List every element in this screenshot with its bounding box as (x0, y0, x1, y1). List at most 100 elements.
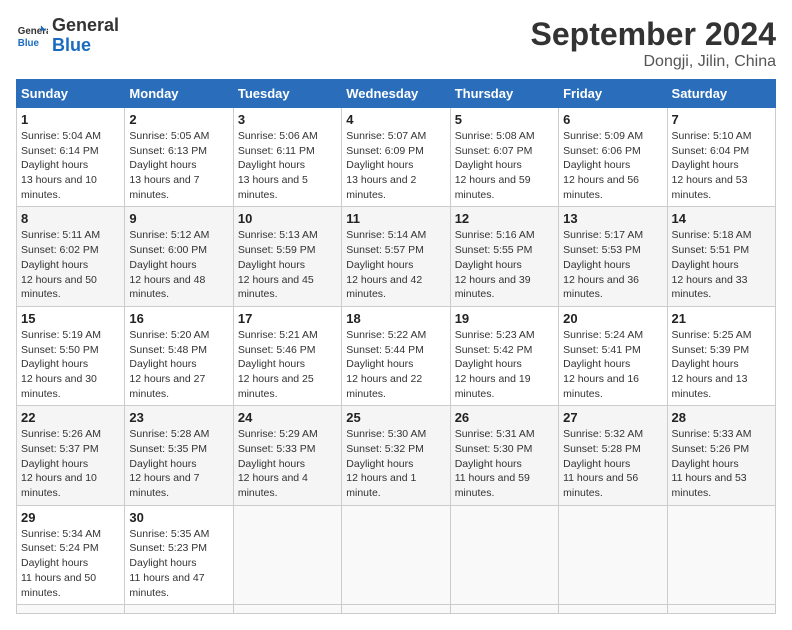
day-number: 24 (238, 410, 337, 425)
month-title: September 2024 (531, 16, 776, 53)
calendar-cell (559, 505, 667, 604)
logo-text: GeneralBlue (52, 16, 119, 56)
day-info: Sunrise: 5:31 AM Sunset: 5:30 PM Dayligh… (455, 427, 554, 500)
day-info: Sunrise: 5:13 AM Sunset: 5:59 PM Dayligh… (238, 228, 337, 301)
day-number: 30 (129, 510, 228, 525)
header-saturday: Saturday (667, 80, 775, 108)
header-sunday: Sunday (17, 80, 125, 108)
calendar-cell: 24 Sunrise: 5:29 AM Sunset: 5:33 PM Dayl… (233, 406, 341, 505)
calendar-table: Sunday Monday Tuesday Wednesday Thursday… (16, 79, 776, 614)
day-number: 20 (563, 311, 662, 326)
logo-icon: General Blue (16, 20, 48, 52)
calendar-cell: 23 Sunrise: 5:28 AM Sunset: 5:35 PM Dayl… (125, 406, 233, 505)
day-info: Sunrise: 5:14 AM Sunset: 5:57 PM Dayligh… (346, 228, 445, 301)
calendar-cell: 28 Sunrise: 5:33 AM Sunset: 5:26 PM Dayl… (667, 406, 775, 505)
day-number: 21 (672, 311, 771, 326)
day-number: 19 (455, 311, 554, 326)
calendar-cell: 10 Sunrise: 5:13 AM Sunset: 5:59 PM Dayl… (233, 207, 341, 306)
svg-text:General: General (18, 26, 48, 37)
day-info: Sunrise: 5:34 AM Sunset: 5:24 PM Dayligh… (21, 527, 120, 600)
day-number: 13 (563, 211, 662, 226)
calendar-cell: 15 Sunrise: 5:19 AM Sunset: 5:50 PM Dayl… (17, 306, 125, 405)
day-info: Sunrise: 5:32 AM Sunset: 5:28 PM Dayligh… (563, 427, 662, 500)
calendar-week-row (17, 605, 776, 614)
day-number: 7 (672, 112, 771, 127)
calendar-cell: 14 Sunrise: 5:18 AM Sunset: 5:51 PM Dayl… (667, 207, 775, 306)
calendar-cell: 7 Sunrise: 5:10 AM Sunset: 6:04 PM Dayli… (667, 108, 775, 207)
calendar-cell: 26 Sunrise: 5:31 AM Sunset: 5:30 PM Dayl… (450, 406, 558, 505)
day-info: Sunrise: 5:16 AM Sunset: 5:55 PM Dayligh… (455, 228, 554, 301)
calendar-cell (342, 505, 450, 604)
calendar-cell: 9 Sunrise: 5:12 AM Sunset: 6:00 PM Dayli… (125, 207, 233, 306)
calendar-cell (17, 605, 125, 614)
day-info: Sunrise: 5:04 AM Sunset: 6:14 PM Dayligh… (21, 129, 120, 202)
calendar-cell (342, 605, 450, 614)
day-info: Sunrise: 5:12 AM Sunset: 6:00 PM Dayligh… (129, 228, 228, 301)
day-info: Sunrise: 5:09 AM Sunset: 6:06 PM Dayligh… (563, 129, 662, 202)
calendar-week-row: 29 Sunrise: 5:34 AM Sunset: 5:24 PM Dayl… (17, 505, 776, 604)
day-number: 29 (21, 510, 120, 525)
day-info: Sunrise: 5:28 AM Sunset: 5:35 PM Dayligh… (129, 427, 228, 500)
day-number: 3 (238, 112, 337, 127)
day-info: Sunrise: 5:10 AM Sunset: 6:04 PM Dayligh… (672, 129, 771, 202)
day-info: Sunrise: 5:24 AM Sunset: 5:41 PM Dayligh… (563, 328, 662, 401)
day-number: 10 (238, 211, 337, 226)
header-thursday: Thursday (450, 80, 558, 108)
calendar-cell: 18 Sunrise: 5:22 AM Sunset: 5:44 PM Dayl… (342, 306, 450, 405)
day-info: Sunrise: 5:25 AM Sunset: 5:39 PM Dayligh… (672, 328, 771, 401)
calendar-cell: 29 Sunrise: 5:34 AM Sunset: 5:24 PM Dayl… (17, 505, 125, 604)
day-number: 5 (455, 112, 554, 127)
calendar-cell: 8 Sunrise: 5:11 AM Sunset: 6:02 PM Dayli… (17, 207, 125, 306)
day-number: 17 (238, 311, 337, 326)
calendar-week-row: 1 Sunrise: 5:04 AM Sunset: 6:14 PM Dayli… (17, 108, 776, 207)
calendar-cell: 5 Sunrise: 5:08 AM Sunset: 6:07 PM Dayli… (450, 108, 558, 207)
day-number: 18 (346, 311, 445, 326)
day-number: 11 (346, 211, 445, 226)
day-number: 14 (672, 211, 771, 226)
day-info: Sunrise: 5:17 AM Sunset: 5:53 PM Dayligh… (563, 228, 662, 301)
page-header: General Blue GeneralBlue September 2024 … (16, 16, 776, 71)
header-wednesday: Wednesday (342, 80, 450, 108)
day-info: Sunrise: 5:11 AM Sunset: 6:02 PM Dayligh… (21, 228, 120, 301)
calendar-cell (667, 605, 775, 614)
calendar-cell: 2 Sunrise: 5:05 AM Sunset: 6:13 PM Dayli… (125, 108, 233, 207)
calendar-cell: 16 Sunrise: 5:20 AM Sunset: 5:48 PM Dayl… (125, 306, 233, 405)
day-info: Sunrise: 5:35 AM Sunset: 5:23 PM Dayligh… (129, 527, 228, 600)
calendar-cell: 4 Sunrise: 5:07 AM Sunset: 6:09 PM Dayli… (342, 108, 450, 207)
logo: General Blue GeneralBlue (16, 16, 119, 56)
day-number: 9 (129, 211, 228, 226)
calendar-cell: 22 Sunrise: 5:26 AM Sunset: 5:37 PM Dayl… (17, 406, 125, 505)
day-info: Sunrise: 5:08 AM Sunset: 6:07 PM Dayligh… (455, 129, 554, 202)
day-number: 27 (563, 410, 662, 425)
day-info: Sunrise: 5:07 AM Sunset: 6:09 PM Dayligh… (346, 129, 445, 202)
day-info: Sunrise: 5:30 AM Sunset: 5:32 PM Dayligh… (346, 427, 445, 500)
calendar-cell (450, 505, 558, 604)
title-block: September 2024 Dongji, Jilin, China (531, 16, 776, 71)
calendar-cell: 12 Sunrise: 5:16 AM Sunset: 5:55 PM Dayl… (450, 207, 558, 306)
day-number: 22 (21, 410, 120, 425)
day-number: 15 (21, 311, 120, 326)
calendar-cell: 19 Sunrise: 5:23 AM Sunset: 5:42 PM Dayl… (450, 306, 558, 405)
header-tuesday: Tuesday (233, 80, 341, 108)
day-number: 8 (21, 211, 120, 226)
calendar-cell: 27 Sunrise: 5:32 AM Sunset: 5:28 PM Dayl… (559, 406, 667, 505)
calendar-cell: 3 Sunrise: 5:06 AM Sunset: 6:11 PM Dayli… (233, 108, 341, 207)
calendar-week-row: 8 Sunrise: 5:11 AM Sunset: 6:02 PM Dayli… (17, 207, 776, 306)
calendar-cell: 17 Sunrise: 5:21 AM Sunset: 5:46 PM Dayl… (233, 306, 341, 405)
day-info: Sunrise: 5:05 AM Sunset: 6:13 PM Dayligh… (129, 129, 228, 202)
svg-text:Blue: Blue (18, 38, 40, 49)
day-number: 23 (129, 410, 228, 425)
location: Dongji, Jilin, China (531, 53, 776, 71)
day-number: 28 (672, 410, 771, 425)
calendar-cell (233, 505, 341, 604)
day-number: 6 (563, 112, 662, 127)
header-friday: Friday (559, 80, 667, 108)
day-number: 26 (455, 410, 554, 425)
calendar-cell: 6 Sunrise: 5:09 AM Sunset: 6:06 PM Dayli… (559, 108, 667, 207)
calendar-cell: 21 Sunrise: 5:25 AM Sunset: 5:39 PM Dayl… (667, 306, 775, 405)
calendar-cell (233, 605, 341, 614)
calendar-cell (125, 605, 233, 614)
day-number: 2 (129, 112, 228, 127)
day-number: 16 (129, 311, 228, 326)
day-info: Sunrise: 5:18 AM Sunset: 5:51 PM Dayligh… (672, 228, 771, 301)
